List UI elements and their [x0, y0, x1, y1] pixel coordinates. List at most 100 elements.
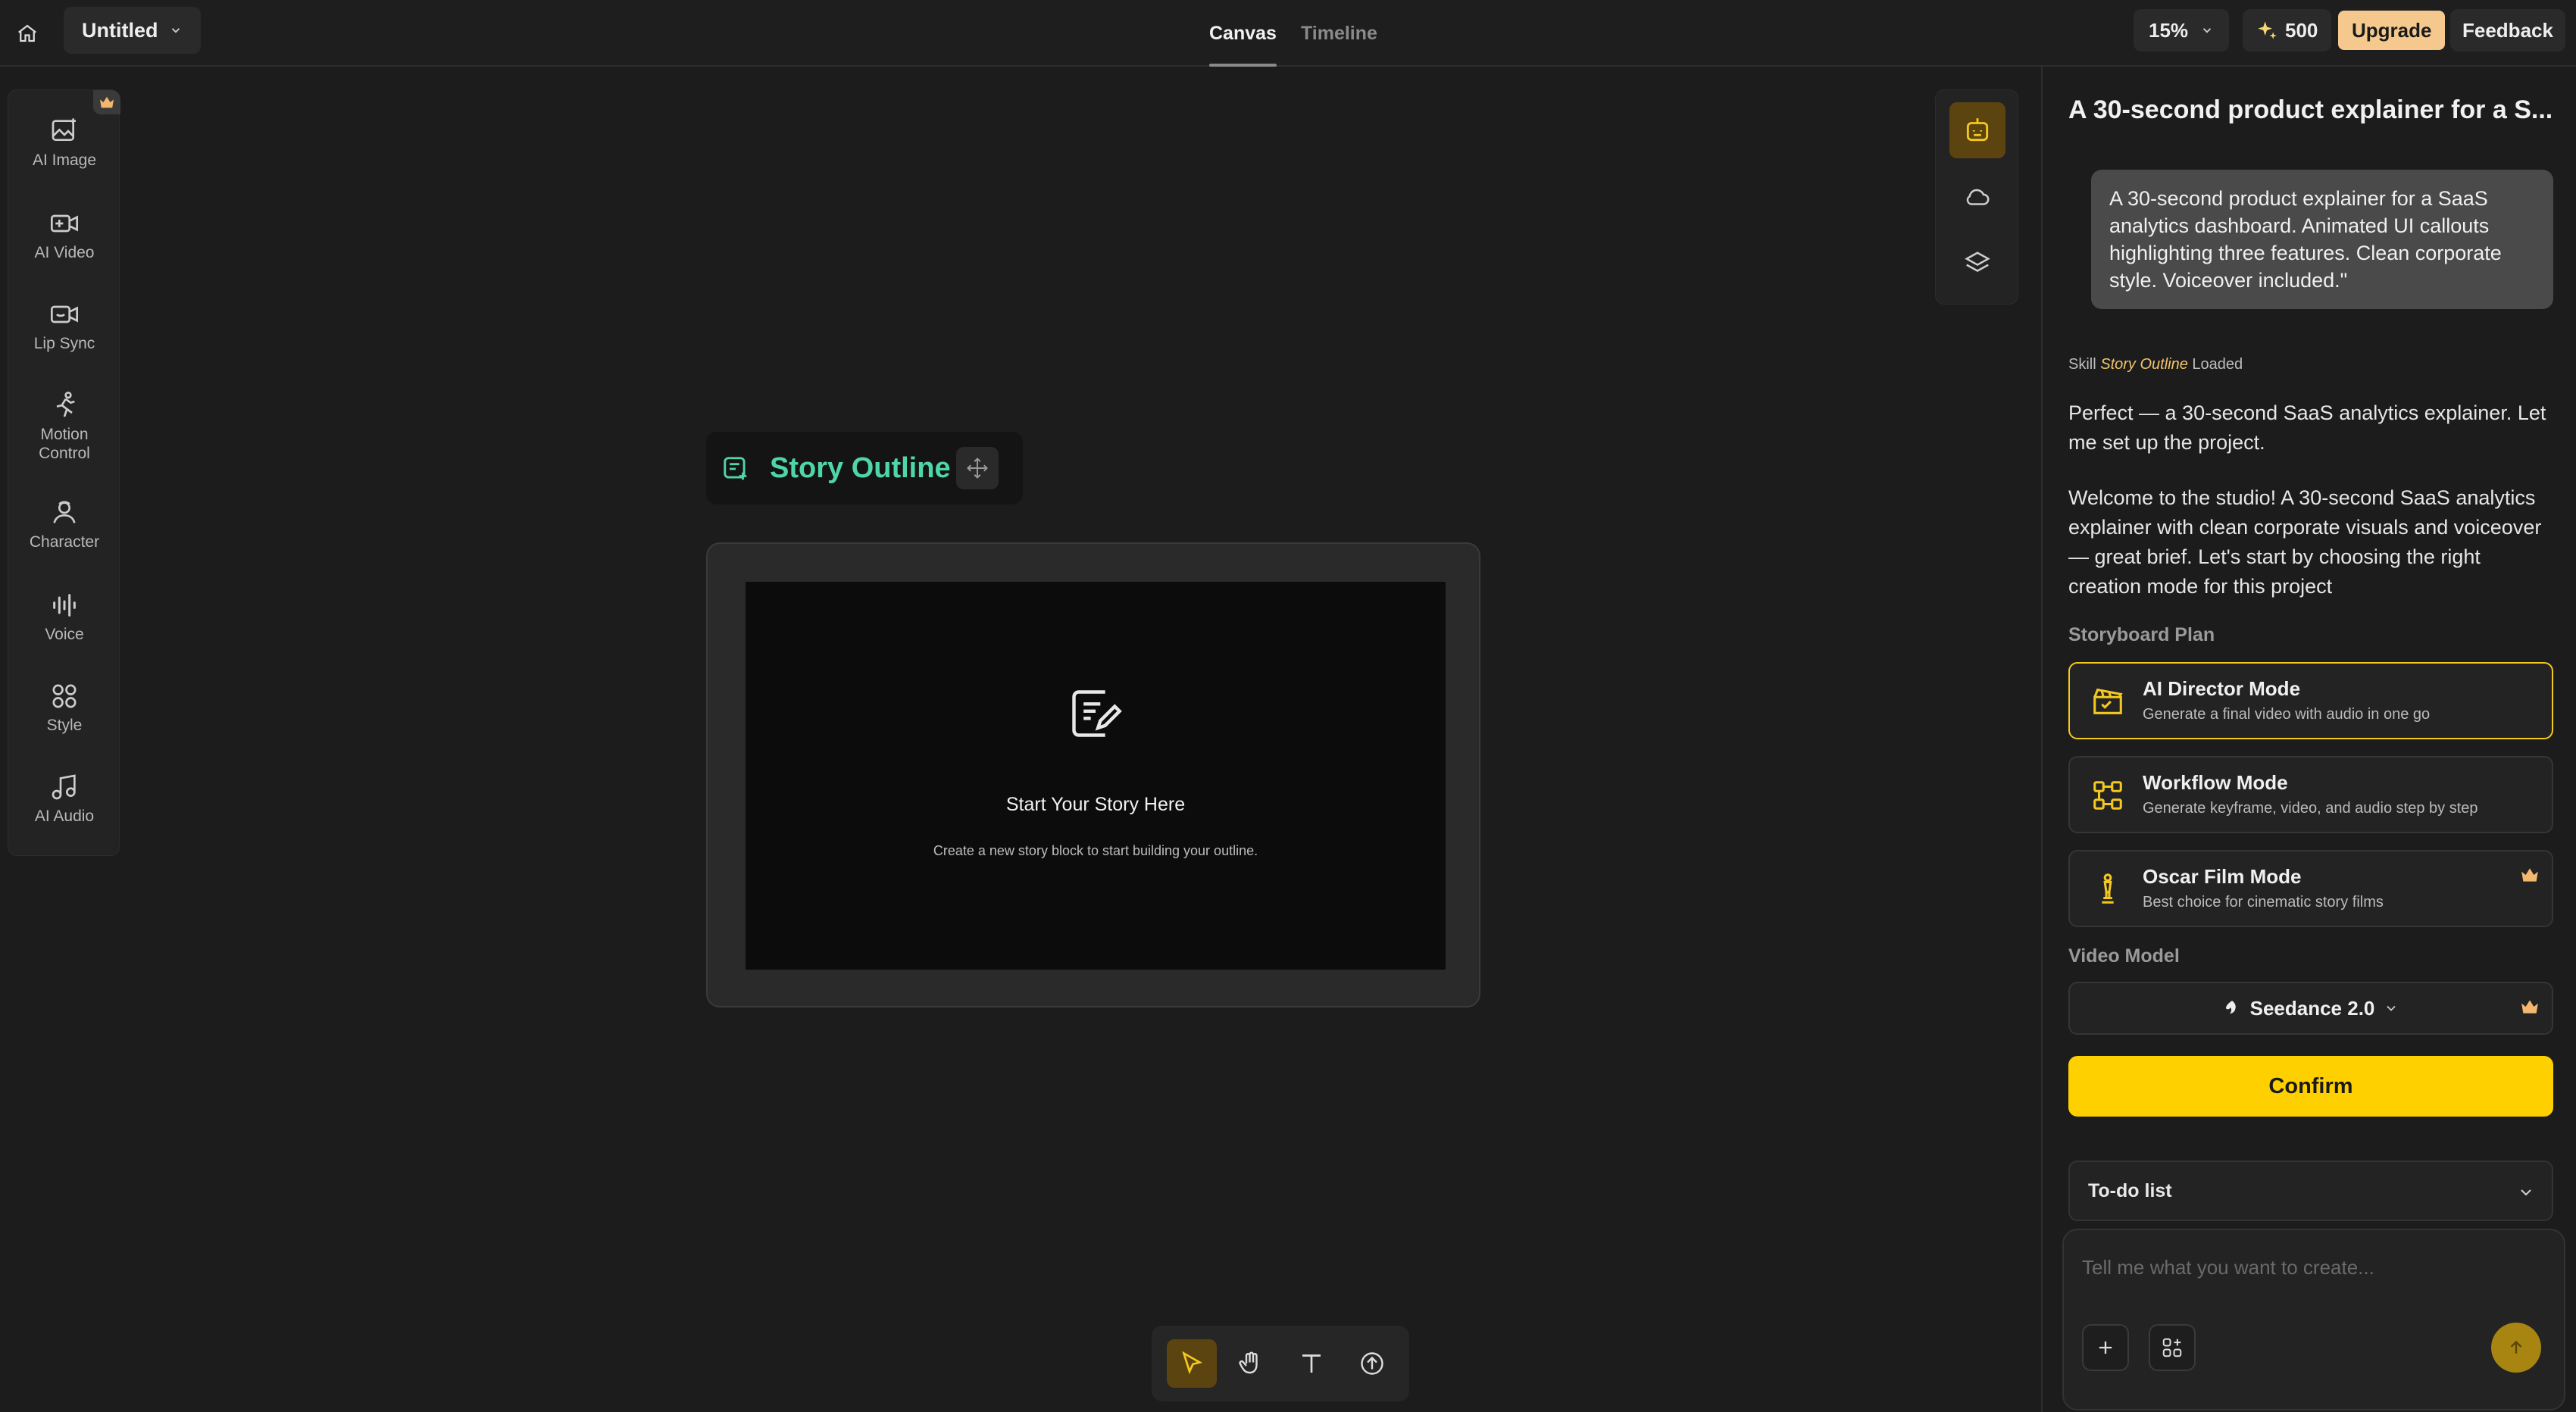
hand-tool-button[interactable]	[1226, 1339, 1276, 1388]
sparkle-icon	[2258, 21, 2277, 39]
feedback-button[interactable]: Feedback	[2450, 9, 2565, 52]
running-person-icon	[56, 392, 75, 417]
skill-name: Story Outline	[2100, 356, 2188, 373]
video-model-value-row: Seedance 2.0	[2070, 983, 2552, 1033]
apps-sparkle-icon	[2162, 1338, 2182, 1357]
outline-icon	[724, 457, 747, 480]
chevron-down-icon	[2521, 1189, 2531, 1196]
hand-icon	[1239, 1351, 1258, 1374]
model-logo-icon	[2225, 1001, 2236, 1014]
text-tool-button[interactable]	[1286, 1339, 1336, 1388]
crown-icon	[100, 96, 114, 108]
video-sparkle-icon	[51, 214, 78, 233]
mode-option-workflow[interactable]: Workflow Mode Generate keyframe, video, …	[2068, 756, 2553, 833]
mode-subtitle: Generate a final video with audio in one…	[2143, 706, 2431, 723]
tool-label: Lip Sync	[33, 335, 95, 352]
prompt-placeholder[interactable]: Tell me what you want to create...	[2082, 1256, 2374, 1279]
mode-subtitle: Generate keyframe, video, and audio step…	[2143, 800, 2478, 817]
tool-motion-control[interactable]: Motion Control	[8, 390, 120, 463]
add-attachment-button[interactable]	[2082, 1324, 2129, 1371]
cloud-button[interactable]	[1949, 169, 2005, 225]
video-model-select[interactable]: Seedance 2.0	[2068, 982, 2553, 1035]
text-icon	[1302, 1354, 1321, 1373]
prompt-composer[interactable]: Tell me what you want to create...	[2062, 1229, 2565, 1410]
tool-label: Motion Control	[39, 426, 90, 462]
tab-canvas[interactable]: Canvas	[1209, 0, 1277, 67]
panel-title: A 30-second product explainer for a S...	[2068, 95, 2553, 124]
tool-ai-video[interactable]: AI Video	[8, 208, 120, 262]
tool-ai-audio[interactable]: AI Audio	[8, 772, 120, 826]
agent-icon	[1966, 118, 1989, 142]
arrow-up-icon	[2510, 1340, 2522, 1354]
cloud-icon	[1966, 189, 1990, 205]
empty-state-title: Start Your Story Here	[1005, 794, 1186, 815]
mode-subtitle: Best choice for cinematic story films	[2143, 894, 2384, 911]
storyboard-plan-label: Storyboard Plan	[2068, 624, 2215, 645]
skill-suffix: Loaded	[2192, 356, 2243, 373]
trophy-icon	[2088, 870, 2127, 909]
tool-character[interactable]: Character	[8, 498, 120, 551]
left-toolbar: AI Image AI Video Lip Sync Motion Contro…	[8, 89, 120, 856]
confirm-button[interactable]: Confirm	[2068, 1056, 2553, 1117]
zoom-dropdown[interactable]: 15%	[2134, 9, 2230, 52]
upload-tool-button[interactable]	[1347, 1339, 1397, 1388]
view-tabs: Canvas Timeline	[1209, 0, 1377, 67]
skill-prefix: Skill	[2068, 356, 2096, 373]
upgrade-button[interactable]: Upgrade	[2338, 11, 2446, 50]
music-note-icon	[52, 774, 76, 800]
select-tool-button[interactable]	[1167, 1339, 1217, 1388]
tool-voice[interactable]: Voice	[8, 590, 120, 644]
assistant-panel: A 30-second product explainer for a S...…	[2041, 67, 2576, 1412]
story-outline-header[interactable]: Story Outline	[706, 432, 1023, 505]
mode-title: Oscar Film Mode	[2143, 865, 2302, 888]
project-name-dropdown[interactable]: Untitled	[64, 7, 201, 54]
premium-badge	[93, 90, 120, 114]
home-button[interactable]	[8, 14, 47, 53]
tool-ai-image[interactable]: AI Image	[8, 116, 120, 170]
move-icon	[967, 458, 988, 479]
layers-icon	[1965, 251, 1990, 272]
tool-label: AI Video	[34, 244, 95, 261]
crown-icon	[2521, 1000, 2538, 1014]
credits-counter[interactable]: 500	[2243, 9, 2332, 52]
move-handle[interactable]	[956, 447, 999, 489]
top-bar: Untitled Canvas Timeline 15% 500 Upgrade…	[0, 0, 2576, 67]
todo-list-toggle[interactable]: To-do list	[2068, 1161, 2553, 1221]
workflow-icon	[2088, 776, 2127, 815]
tool-label: Voice	[45, 626, 84, 643]
chevron-down-icon	[171, 28, 180, 33]
skill-status: Skill Story Outline Loaded	[2068, 356, 2243, 373]
edit-document-icon	[1072, 690, 1122, 737]
story-outline-title: Story Outline	[770, 451, 951, 484]
video-model-value: Seedance 2.0	[2249, 996, 2375, 1020]
send-button[interactable]	[2491, 1323, 2541, 1373]
image-sparkle-icon	[52, 118, 76, 141]
chevron-down-icon	[2387, 1005, 2396, 1011]
chevron-down-icon	[2202, 28, 2212, 33]
story-outline-block[interactable]: Start Your Story Here Create a new story…	[706, 542, 1480, 1007]
mode-option-ai-director[interactable]: AI Director Mode Generate a final video …	[2068, 662, 2553, 739]
character-icon	[53, 501, 76, 523]
story-empty-state: Start Your Story Here Create a new story…	[746, 582, 1446, 970]
video-model-label: Video Model	[2068, 945, 2180, 967]
empty-state-subtitle: Create a new story block to start buildi…	[933, 843, 1258, 858]
credits-value: 500	[2285, 18, 2318, 42]
skills-button[interactable]	[2149, 1324, 2196, 1371]
upload-icon	[1361, 1352, 1383, 1375]
lip-sync-icon	[51, 305, 78, 323]
agent-button[interactable]	[1949, 102, 2005, 158]
pointer-icon	[1182, 1351, 1203, 1375]
zoom-level: 15%	[2149, 18, 2189, 42]
canvas-bottom-toolbar	[1152, 1326, 1409, 1401]
tool-label: Style	[46, 717, 83, 734]
clapperboard-icon	[2088, 682, 2127, 721]
layers-button[interactable]	[1949, 236, 2005, 292]
project-name: Untitled	[82, 18, 158, 42]
mode-option-oscar-film[interactable]: Oscar Film Mode Best choice for cinemati…	[2068, 850, 2553, 927]
tab-timeline[interactable]: Timeline	[1301, 0, 1377, 67]
mode-title: AI Director Mode	[2143, 677, 2301, 700]
tool-style[interactable]: Style	[8, 681, 120, 735]
tool-label: AI Image	[32, 152, 97, 169]
tool-lip-sync[interactable]: Lip Sync	[8, 299, 120, 353]
waveform-icon	[53, 594, 76, 617]
